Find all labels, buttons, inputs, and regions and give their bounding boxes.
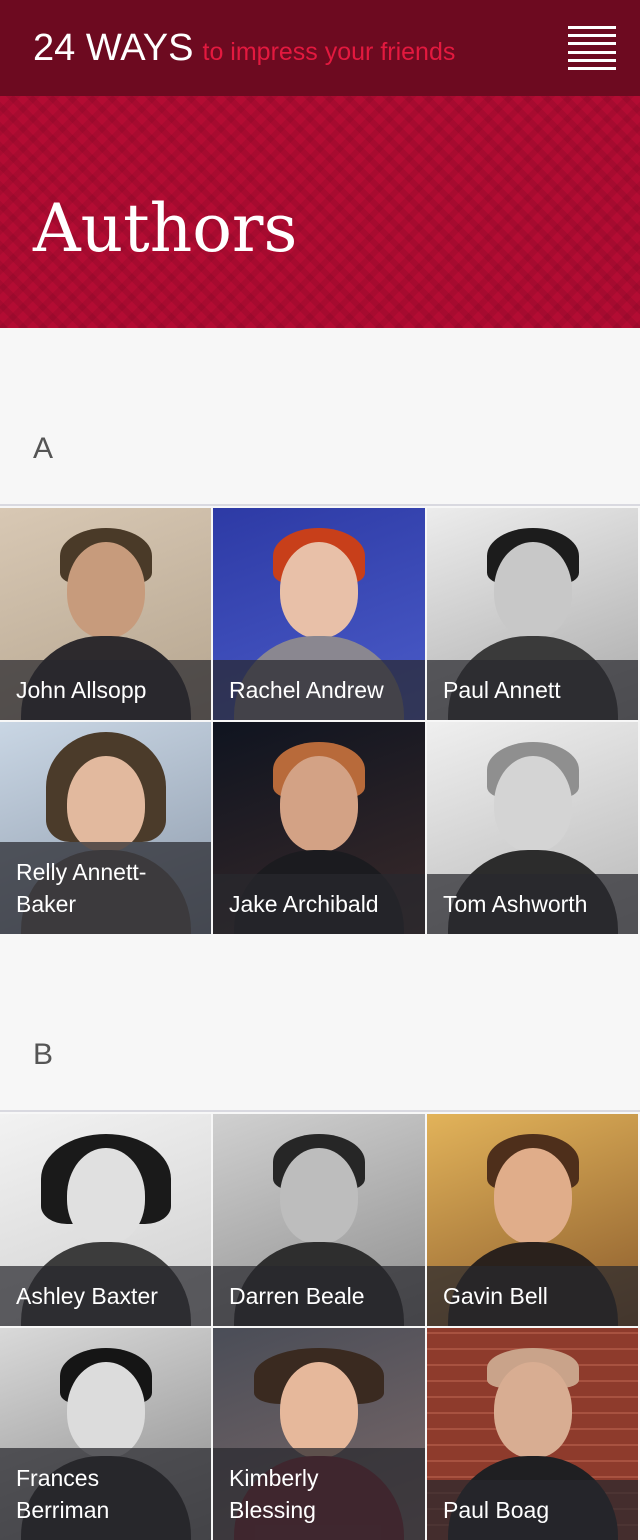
author-card[interactable]: Frances Berriman bbox=[0, 1328, 211, 1540]
page-title: Authors bbox=[33, 190, 298, 267]
author-name: Gavin Bell bbox=[427, 1266, 638, 1326]
author-name: Paul Annett bbox=[427, 660, 638, 720]
menu-icon[interactable] bbox=[568, 26, 616, 70]
author-name: Frances Berriman bbox=[0, 1448, 211, 1540]
author-card[interactable]: Jake Archibald bbox=[213, 722, 425, 934]
author-card[interactable]: John Allsopp bbox=[0, 508, 211, 720]
site-header: 24 WAYS to impress your friends bbox=[0, 0, 640, 96]
section-letter-a: A bbox=[0, 328, 640, 506]
page-hero: Authors bbox=[0, 96, 640, 328]
author-name: Darren Beale bbox=[213, 1266, 425, 1326]
author-name: Kimberly Blessing bbox=[213, 1448, 425, 1540]
author-card[interactable]: Ashley Baxter bbox=[0, 1114, 211, 1326]
site-name: 24 WAYS bbox=[33, 26, 194, 69]
author-grid-b: Ashley Baxter Darren Beale Gavin Bell Fr… bbox=[0, 1112, 640, 1540]
author-card[interactable]: Relly Annett-Baker bbox=[0, 722, 211, 934]
site-logo-link[interactable]: 24 WAYS to impress your friends bbox=[33, 27, 455, 70]
author-card[interactable]: Paul Boag bbox=[427, 1328, 638, 1540]
author-name: Jake Archibald bbox=[213, 874, 425, 934]
author-grid-a: John Allsopp Rachel Andrew Paul Annett R… bbox=[0, 506, 640, 934]
author-card[interactable]: Gavin Bell bbox=[427, 1114, 638, 1326]
author-card[interactable]: Kimberly Blessing bbox=[213, 1328, 425, 1540]
author-card[interactable]: Tom Ashworth bbox=[427, 722, 638, 934]
author-card[interactable]: Rachel Andrew bbox=[213, 508, 425, 720]
author-name: Rachel Andrew bbox=[213, 660, 425, 720]
author-card[interactable]: Darren Beale bbox=[213, 1114, 425, 1326]
site-tagline: to impress your friends bbox=[202, 37, 456, 66]
section-letter-b: B bbox=[0, 934, 640, 1112]
author-name: Relly Annett-Baker bbox=[0, 842, 211, 934]
author-name: Ashley Baxter bbox=[0, 1266, 211, 1326]
author-name: John Allsopp bbox=[0, 660, 211, 720]
author-name: Paul Boag bbox=[427, 1480, 638, 1540]
author-name: Tom Ashworth bbox=[427, 874, 638, 934]
author-card[interactable]: Paul Annett bbox=[427, 508, 638, 720]
